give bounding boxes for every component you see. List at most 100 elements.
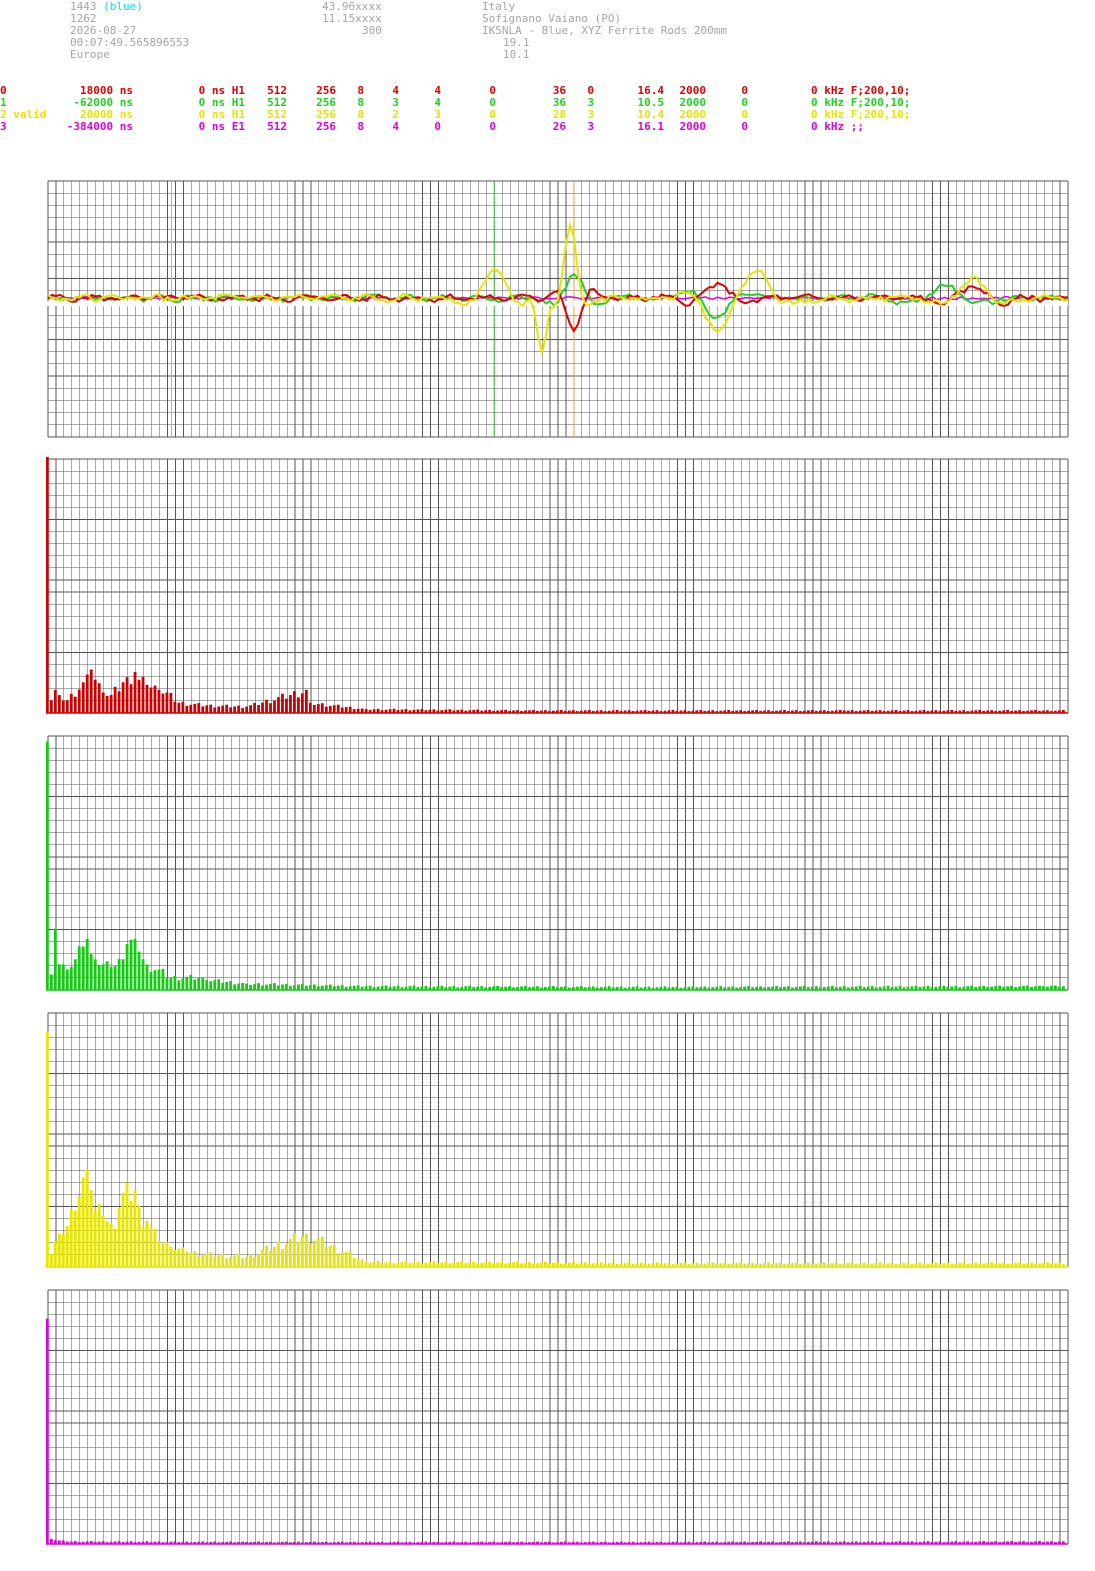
spectrum-green-bar-12: [93, 959, 97, 990]
spectrum-red-bar-5: [65, 700, 69, 713]
spectrum-red-bar-30: [165, 692, 169, 713]
spectrum-green-bar-16: [109, 966, 113, 990]
spectrum-red-bar-67: [312, 704, 316, 713]
spectrum-green-bar-60: [285, 983, 288, 990]
spectrum-yellow-bar-63: [297, 1242, 300, 1267]
spectrum-green-bar-44: [221, 982, 225, 990]
spectrum-red-bar-7: [73, 696, 77, 713]
spectrum-yellow-bar-75: [344, 1251, 348, 1267]
spectrum-red-bar-20: [125, 677, 129, 713]
spectrum-green-bar-26: [149, 972, 153, 990]
spectrum-yellow-bar-76: [348, 1252, 352, 1267]
spectrum-yellow-bar-80: [364, 1261, 368, 1267]
spectrum-red-bar-76: [348, 706, 352, 713]
spectrum-red-bar-38: [197, 703, 201, 713]
spectrum-red-bar-73: [336, 704, 340, 713]
spectrum-green-bar-18: [117, 958, 121, 990]
spectrum-magenta-bar-1: [49, 1538, 53, 1544]
spectrum-yellow-bar-70: [324, 1247, 328, 1267]
spectrum-yellow-bar-51: [249, 1253, 252, 1267]
spectrum-red-bar-9: [81, 682, 85, 713]
spectrum-green-bar-10: [85, 938, 89, 990]
spectrum-yellow-bars: [46, 1031, 1065, 1267]
spectrum-yellow-bar-48: [237, 1254, 241, 1267]
spectrum-yellow-bar-67: [312, 1240, 316, 1267]
spectrum-yellow-bar-36: [189, 1252, 193, 1267]
spectrum-yellow-bar-28: [157, 1241, 161, 1267]
spectrum-yellow-bar-21: [129, 1200, 133, 1267]
spectrum-red-bar-64: [301, 693, 304, 713]
spectrum-magenta-grid: [47, 1289, 1069, 1545]
spectrum-red-bar-66: [308, 702, 312, 713]
spectrum-yellow-bar-58: [277, 1242, 280, 1267]
spectrum-red-bar-55: [265, 699, 268, 713]
spectrum-red-bar-16: [109, 695, 113, 713]
spectrum-green-bar-19: [121, 959, 125, 990]
spectrum-red-bar-50: [245, 706, 248, 713]
spectrum-red-bar-13: [97, 683, 101, 713]
spectrum-red-bar-31: [169, 692, 173, 713]
spectrum-yellow-bar-71: [328, 1245, 332, 1267]
spectrum-yellow-bar-0: [46, 1031, 49, 1267]
spectrum-green-bar-31: [169, 977, 173, 990]
spectrum-yellow-bar-45: [225, 1258, 229, 1267]
spectrum-yellow-bar-31: [169, 1246, 173, 1267]
spectrum-yellow-bar-5: [65, 1226, 69, 1267]
spectrum-yellow-bar-26: [149, 1226, 153, 1267]
spectrum-green-bar-39: [201, 977, 205, 990]
spectrum-green-bar-20: [125, 943, 129, 990]
spectrum-yellow-bar-86: [388, 1261, 392, 1267]
spectrum-yellow-bar-60: [285, 1244, 288, 1267]
spectrum-green-bar-15: [105, 961, 109, 990]
spectrum-red-bar-22: [133, 672, 137, 713]
spectrum-green-bar-63: [297, 984, 300, 990]
spectrum-yellow-bar-27: [153, 1228, 157, 1267]
spectrum-red-bar-39: [201, 706, 205, 713]
spectrum-red-bar-25: [145, 684, 149, 713]
spectrum-yellow-bar-49: [241, 1258, 245, 1267]
spectrum-yellow-bar-33: [177, 1248, 181, 1267]
spectrum-green-bar-28: [157, 969, 161, 990]
spectrum-yellow-bar-53: [257, 1253, 260, 1267]
spectrum-red-bar-23: [137, 679, 141, 713]
spectrum-green-bar-64: [301, 983, 304, 990]
spectrum-green-bar-67: [312, 984, 316, 990]
spectrum-red-bar-72: [332, 705, 336, 713]
spectrum-yellow-bar-29: [161, 1243, 165, 1267]
spectrum-red-bar-42: [213, 707, 217, 713]
spectrum-green-bar-21: [129, 939, 133, 990]
spectrum-red-bar-36: [189, 704, 193, 713]
spectrum-green-bar-37: [193, 979, 197, 990]
spectrum-green-bar-53: [257, 983, 260, 990]
spectrum-red-bar-54: [261, 702, 264, 713]
spectrum-red-bar-58: [277, 697, 280, 713]
spectrum-yellow-bar-32: [173, 1249, 177, 1267]
spectrum-green-bar-14: [101, 964, 105, 990]
spectrum-yellow-bar-89: [400, 1261, 404, 1267]
spectrum-red-bar-71: [328, 705, 332, 713]
spectrum-green-bar-24: [141, 959, 145, 990]
spectrum-yellow-bar-4: [61, 1233, 65, 1267]
spectrum-green-bar-38: [197, 977, 201, 990]
spectrum-red-bar-8: [77, 689, 81, 713]
spectrum-red-bar-18: [117, 691, 121, 713]
spectrum-green-bar-55: [265, 984, 268, 990]
spectrum-green-bar-0: [46, 741, 49, 990]
spectrum-yellow-bar-13: [97, 1203, 101, 1267]
spectrum-green-bar-59: [281, 984, 284, 990]
spectrum-red-bar-56: [269, 703, 272, 713]
spectrum-yellow-bar-55: [265, 1245, 268, 1267]
spectrum-red-bar-70: [324, 706, 328, 713]
spectrum-green-bar-13: [97, 964, 101, 990]
spectrum-red-bar-3: [57, 695, 61, 713]
spectrum-green-bar-29: [161, 968, 165, 990]
spectrum-green-bar-23: [137, 951, 141, 990]
spectrum-green-bar-3: [57, 964, 61, 990]
spectrum-red-bar-0: [46, 457, 49, 713]
spectrum-yellow-bar-56: [269, 1251, 272, 1267]
spectrum-green-bar-25: [145, 964, 149, 990]
spectrum-yellow-bar-72: [332, 1244, 336, 1267]
spectrum-green-bar-9: [81, 946, 85, 990]
spectrum-red-bar-57: [273, 700, 276, 713]
spectrum-red-bar-17: [113, 686, 117, 713]
